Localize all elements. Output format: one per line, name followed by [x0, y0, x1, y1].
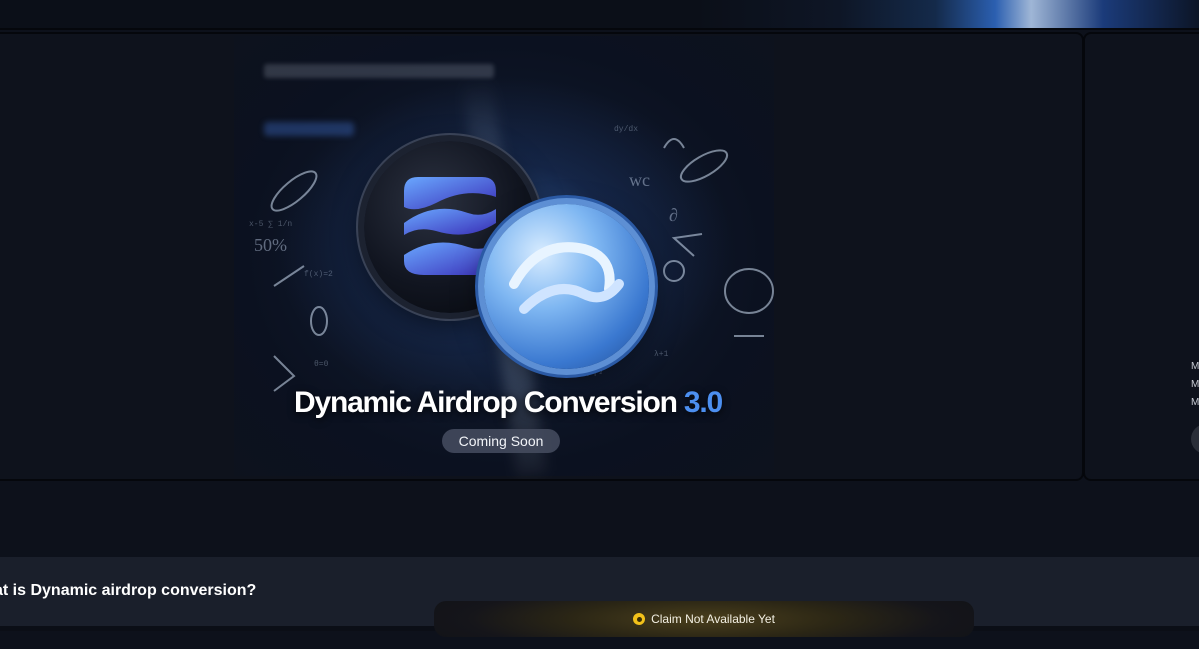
side-card-button[interactable] — [1191, 424, 1199, 454]
svg-text:λ+1: λ+1 — [654, 350, 669, 359]
side-card-text: M — [1191, 379, 1199, 390]
svg-text:50%: 50% — [254, 235, 287, 255]
svg-text:θ=0: θ=0 — [314, 360, 329, 369]
hero-title-version: 3.0 — [683, 386, 723, 419]
toast-message: Claim Not Available Yet — [651, 612, 775, 626]
svg-text:π r²: π r² — [584, 370, 603, 379]
coin-icon — [633, 613, 646, 625]
blue-token-coin-icon — [484, 204, 649, 369]
top-banner-strip — [0, 0, 1199, 30]
svg-text:wc: wc — [629, 170, 650, 190]
hero-banner-card[interactable]: 50% wc ∂ = x-5 ∑ 1/n f(x)=2 dy/dx λ+1 π … — [0, 32, 1084, 481]
svg-text:dy/dx: dy/dx — [614, 125, 638, 134]
svg-text:∂: ∂ — [669, 205, 678, 225]
claim-status-toast: Claim Not Available Yet — [434, 601, 974, 637]
hero-title: Dynamic Airdrop Conversion 3.0 — [294, 386, 723, 420]
svg-text:f(x)=2: f(x)=2 — [304, 270, 333, 279]
svg-text:x-5 ∑ 1/n: x-5 ∑ 1/n — [249, 220, 292, 229]
hero-title-main: Dynamic Airdrop Conversion — [294, 386, 684, 419]
coming-soon-badge: Coming Soon — [442, 429, 560, 453]
side-preview-card[interactable]: M M M — [1083, 32, 1199, 481]
side-card-text: M — [1191, 361, 1199, 372]
side-card-text: M — [1191, 397, 1199, 408]
faq-question[interactable]: at is Dynamic airdrop conversion? — [0, 582, 256, 600]
